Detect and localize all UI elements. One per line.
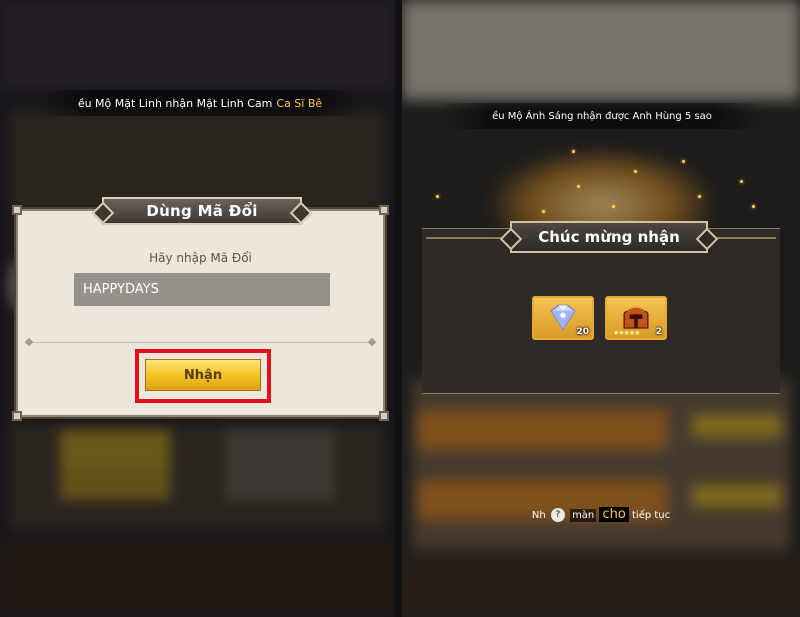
left-screenshot-panel: ều Mộ Mặt Linh nhận Mặt Linh Cam Ca Sĩ B… — [0, 0, 395, 617]
reward-quantity: 2 — [655, 327, 662, 337]
dialog-title: Dùng Mã Đổi — [102, 197, 302, 225]
reward-item-hero[interactable]: ★★★★★ 2 — [605, 296, 667, 340]
panel-separator — [395, 0, 402, 617]
continue-text-suffix: tiếp tục — [632, 510, 671, 521]
redeem-code-input[interactable] — [74, 273, 330, 306]
announcement-highlight: Ca Sĩ Bê — [276, 96, 323, 110]
tap-to-continue-hint[interactable]: Nh ? màn cho tiếp tục — [402, 507, 800, 522]
announcement-banner: ều Mộ Mặt Linh nhận Mặt Linh Cam Ca Sĩ B… — [40, 90, 360, 116]
continue-text-middle: màn — [570, 509, 597, 522]
reward-quantity: 20 — [576, 327, 589, 337]
dialog-divider — [28, 342, 373, 343]
dialog-corner-ornament — [379, 411, 389, 421]
announcement-text: ều Mộ Mặt Linh nhận Mặt Linh Cam — [77, 96, 273, 110]
code-prompt-label: Hãy nhập Mã Đổi — [149, 251, 252, 265]
dialog-corner-ornament — [12, 411, 22, 421]
announcement-text: ều Mộ Ánh Sáng nhận được Anh Hùng 5 sao — [492, 110, 712, 122]
redeem-code-dialog: Dùng Mã Đổi Hãy nhập Mã Đổi Nhận — [12, 197, 389, 421]
right-screenshot-panel: ều Mộ Ánh Sáng nhận được Anh Hùng 5 sao … — [402, 0, 800, 617]
overlay-text-label: cho — [599, 507, 629, 522]
continue-text-prefix: Nh — [531, 510, 546, 521]
reward-dialog: Chúc mừng nhận 20 ★★★★★ 2 — [422, 221, 780, 394]
dialog-corner-ornament — [379, 205, 389, 215]
reward-item-diamond[interactable]: 20 — [532, 296, 594, 340]
redeem-button[interactable]: Nhận — [145, 359, 261, 391]
hero-star-rating: ★★★★★ — [613, 329, 640, 337]
dialog-corner-ornament — [12, 205, 22, 215]
help-badge-icon: ? — [550, 508, 565, 522]
announcement-banner: ều Mộ Ánh Sáng nhận được Anh Hùng 5 sao — [442, 103, 762, 129]
reward-title: Chúc mừng nhận — [510, 221, 708, 253]
title-ornament-line — [426, 237, 506, 239]
